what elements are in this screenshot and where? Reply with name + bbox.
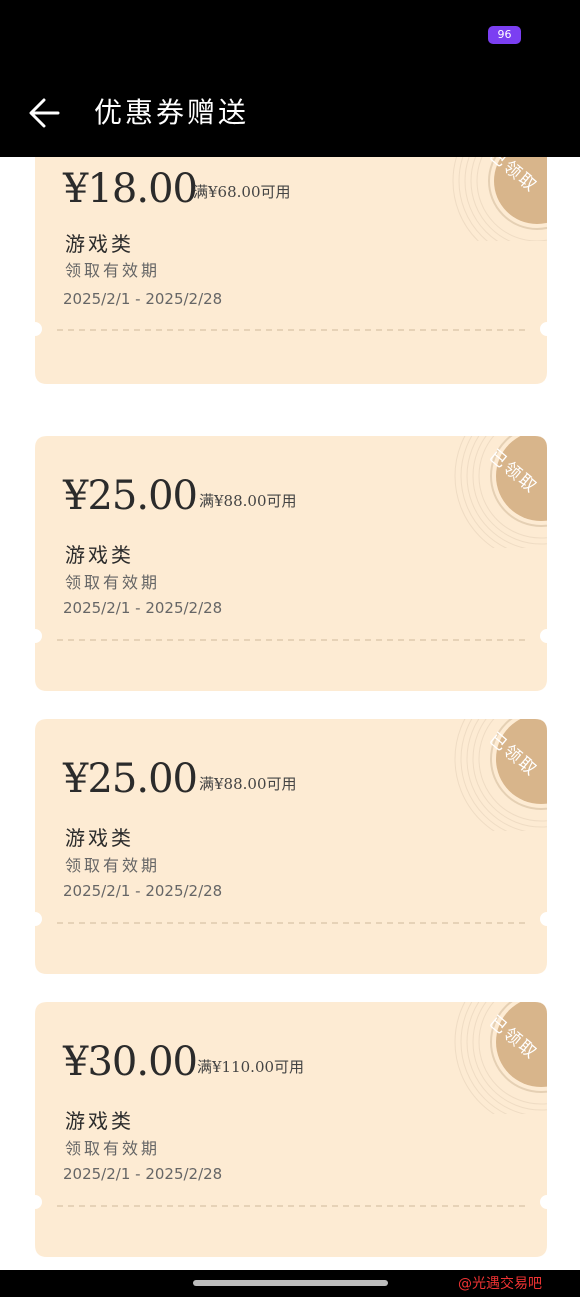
back-arrow-icon [29, 98, 60, 128]
coupon-category: 游戏类 [65, 543, 134, 567]
coupon-amount: ¥25.00 [63, 756, 198, 802]
validity-dates: 2025/2/1 - 2025/2/28 [63, 1165, 223, 1183]
coupon-category: 游戏类 [65, 232, 134, 256]
validity-label: 领取有效期 [65, 1139, 161, 1158]
coupon-amount: ¥18.00 [63, 166, 198, 212]
validity-dates: 2025/2/1 - 2025/2/28 [63, 290, 223, 308]
coupon-card[interactable]: 已领取 ¥25.00 满¥88.00可用 游戏类 领取有效期 2025/2/1 … [35, 436, 547, 691]
coupon-condition: 满¥68.00可用 [193, 183, 291, 201]
coupon-card[interactable]: 已领取 ¥30.00 满¥110.00可用 游戏类 领取有效期 2025/2/1… [35, 1002, 547, 1257]
validity-dates: 2025/2/1 - 2025/2/28 [63, 882, 223, 900]
home-indicator[interactable] [193, 1280, 388, 1286]
validity-label: 领取有效期 [65, 573, 161, 592]
coupon-condition: 满¥88.00可用 [199, 775, 297, 793]
coupon-amount: ¥25.00 [63, 473, 198, 519]
validity-label: 领取有效期 [65, 261, 161, 280]
coupon-card[interactable]: 已领取 ¥25.00 满¥88.00可用 游戏类 领取有效期 2025/2/1 … [35, 719, 547, 974]
coupon-condition: 满¥88.00可用 [199, 492, 297, 510]
watermark: @光遇交易吧 [458, 1276, 542, 1292]
status-bar: 96 [0, 0, 580, 70]
coupon-category: 游戏类 [65, 1109, 134, 1133]
back-button[interactable] [24, 90, 70, 136]
coupon-amount: ¥30.00 [63, 1039, 198, 1085]
coupon-category: 游戏类 [65, 826, 134, 850]
validity-dates: 2025/2/1 - 2025/2/28 [63, 599, 223, 617]
validity-label: 领取有效期 [65, 856, 161, 875]
navigation-bar: @光遇交易吧 [0, 1270, 580, 1297]
battery-indicator: 96 [488, 26, 521, 44]
coupon-list[interactable]: 已领取 ¥18.00 满¥68.00可用 游戏类 领取有效期 2025/2/1 … [0, 157, 580, 1270]
coupon-card[interactable]: 已领取 ¥18.00 满¥68.00可用 游戏类 领取有效期 2025/2/1 … [35, 157, 547, 384]
coupon-condition: 满¥110.00可用 [197, 1058, 305, 1076]
header: 优惠券赠送 [0, 70, 580, 157]
page-title: 优惠券赠送 [94, 96, 250, 129]
